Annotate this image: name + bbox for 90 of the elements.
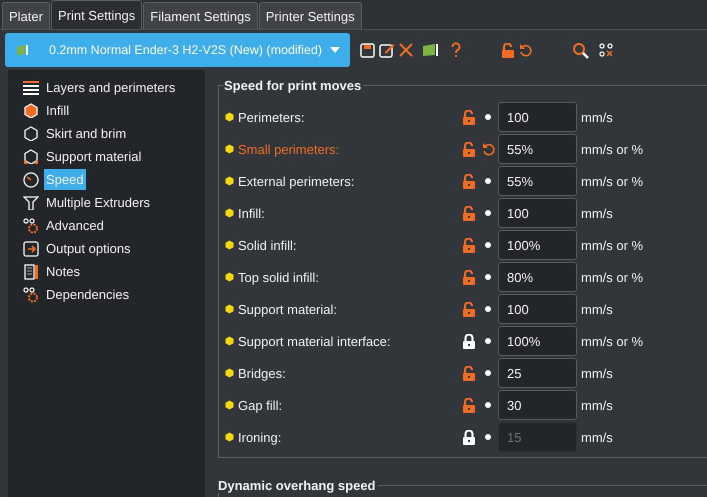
option-label: Perimeters: [238, 110, 306, 124]
unlocked-lock-icon[interactable] [462, 110, 476, 124]
unlocked-lock-icon[interactable] [462, 398, 476, 412]
group-title: Speed for print moves [224, 78, 362, 93]
support-icon [23, 149, 39, 164]
unlocked-lock-icon[interactable] [462, 366, 476, 380]
unlocked-lock-icon[interactable] [501, 42, 515, 58]
option-label: Ironing: [238, 430, 282, 444]
tab[interactable]: Print Settings [50, 0, 142, 29]
unit-label: mm/s [581, 398, 613, 412]
edit-icon[interactable] [379, 42, 395, 58]
value-field[interactable]: 100% [498, 326, 577, 356]
search-icon[interactable] [572, 42, 589, 58]
unit-label: mm/s [581, 110, 613, 124]
hexagon-icon [225, 400, 234, 410]
unit-label: mm/s [581, 302, 613, 316]
unit-label: mm/s [581, 430, 613, 444]
sidebar-item[interactable]: Advanced [44, 215, 106, 236]
option-label: Infill: [238, 206, 266, 220]
sidebar-item[interactable]: Skirt and brim [44, 123, 128, 144]
unlocked-lock-icon[interactable] [462, 174, 476, 188]
flag-icon [17, 45, 29, 55]
option-label: Bridges: [238, 366, 287, 380]
value-field[interactable]: 30 [498, 390, 577, 420]
unit-label: mm/s [581, 366, 613, 380]
tab[interactable]: Plater [2, 2, 50, 29]
unit-label: mm/s or % [581, 270, 644, 284]
value-field[interactable]: 100 [498, 102, 577, 132]
unlocked-lock-icon[interactable] [462, 142, 476, 156]
unit-label: mm/s or % [581, 334, 644, 348]
hexagon-icon [225, 272, 234, 282]
output-icon [23, 240, 39, 256]
hexagon-icon [225, 240, 234, 250]
caret-icon [330, 47, 340, 53]
sidebar-item[interactable]: Notes [44, 261, 82, 282]
value-field[interactable]: 100% [498, 230, 577, 260]
unlocked-lock-icon[interactable] [462, 270, 476, 284]
compare-icon[interactable] [599, 43, 613, 57]
sidebar-item[interactable]: Output options [44, 238, 133, 259]
hexagon-icon [225, 176, 234, 186]
hexagon-icon [225, 112, 234, 122]
hexagon-icon [225, 144, 234, 154]
tab[interactable]: Filament Settings [143, 2, 258, 29]
hexagon-icon [225, 208, 234, 218]
option-label: Small perimeters: [238, 142, 340, 156]
sidebar-item[interactable]: Multiple Extruders [44, 192, 152, 213]
tab[interactable]: Printer Settings [258, 2, 362, 29]
hexagon-icon [24, 126, 38, 141]
notes-icon [24, 264, 38, 280]
unit-label: mm/s or % [581, 174, 644, 188]
unlocked-lock-icon[interactable] [462, 238, 476, 252]
value-field[interactable]: 25 [498, 358, 577, 388]
value-field[interactable]: 80% [498, 262, 577, 292]
close-icon[interactable] [399, 43, 413, 57]
option-label: Solid infill: [238, 238, 298, 252]
hexagon-icon [225, 336, 234, 346]
flag-icon[interactable] [423, 44, 441, 56]
unit-label: mm/s or % [581, 142, 644, 156]
option-label: Support material: [238, 302, 338, 316]
value-field[interactable]: 100 [498, 198, 577, 228]
option-label: Gap fill: [238, 398, 284, 412]
unlocked-lock-icon[interactable] [462, 206, 476, 220]
sidebar-item[interactable]: Support material [44, 146, 144, 167]
layers-icon [23, 80, 39, 94]
option-label: Top solid infill: [238, 270, 320, 284]
undo-icon[interactable] [519, 43, 532, 57]
hexagon-icon [225, 368, 234, 378]
unit-label: mm/s [581, 206, 613, 220]
value-field[interactable]: 100 [498, 294, 577, 324]
sidebar-item[interactable]: Layers and perimeters [44, 77, 178, 98]
value-field[interactable]: 55% [498, 134, 577, 164]
hexagon-icon [24, 103, 38, 118]
hexagon-icon [225, 304, 234, 314]
gauge-icon [23, 172, 39, 188]
help-icon[interactable] [451, 42, 461, 58]
sidebar-item[interactable]: Infill [44, 100, 72, 121]
hexagon-icon [225, 432, 234, 442]
value-field[interactable]: 55% [498, 166, 577, 196]
unit-label: mm/s or % [581, 238, 644, 252]
funnel-icon [23, 196, 39, 210]
lock-icon[interactable] [462, 334, 476, 348]
option-label: Support material interface: [238, 334, 392, 348]
save-icon[interactable] [360, 42, 375, 58]
unlocked-lock-icon[interactable] [462, 302, 476, 316]
cogs-icon [23, 218, 39, 234]
undo-icon[interactable] [482, 142, 494, 156]
option-label: External perimeters: [238, 174, 356, 188]
group-title: Dynamic overhang speed [218, 478, 376, 493]
sidebar-item[interactable]: Dependencies [44, 284, 132, 305]
cogs-icon [23, 286, 39, 302]
